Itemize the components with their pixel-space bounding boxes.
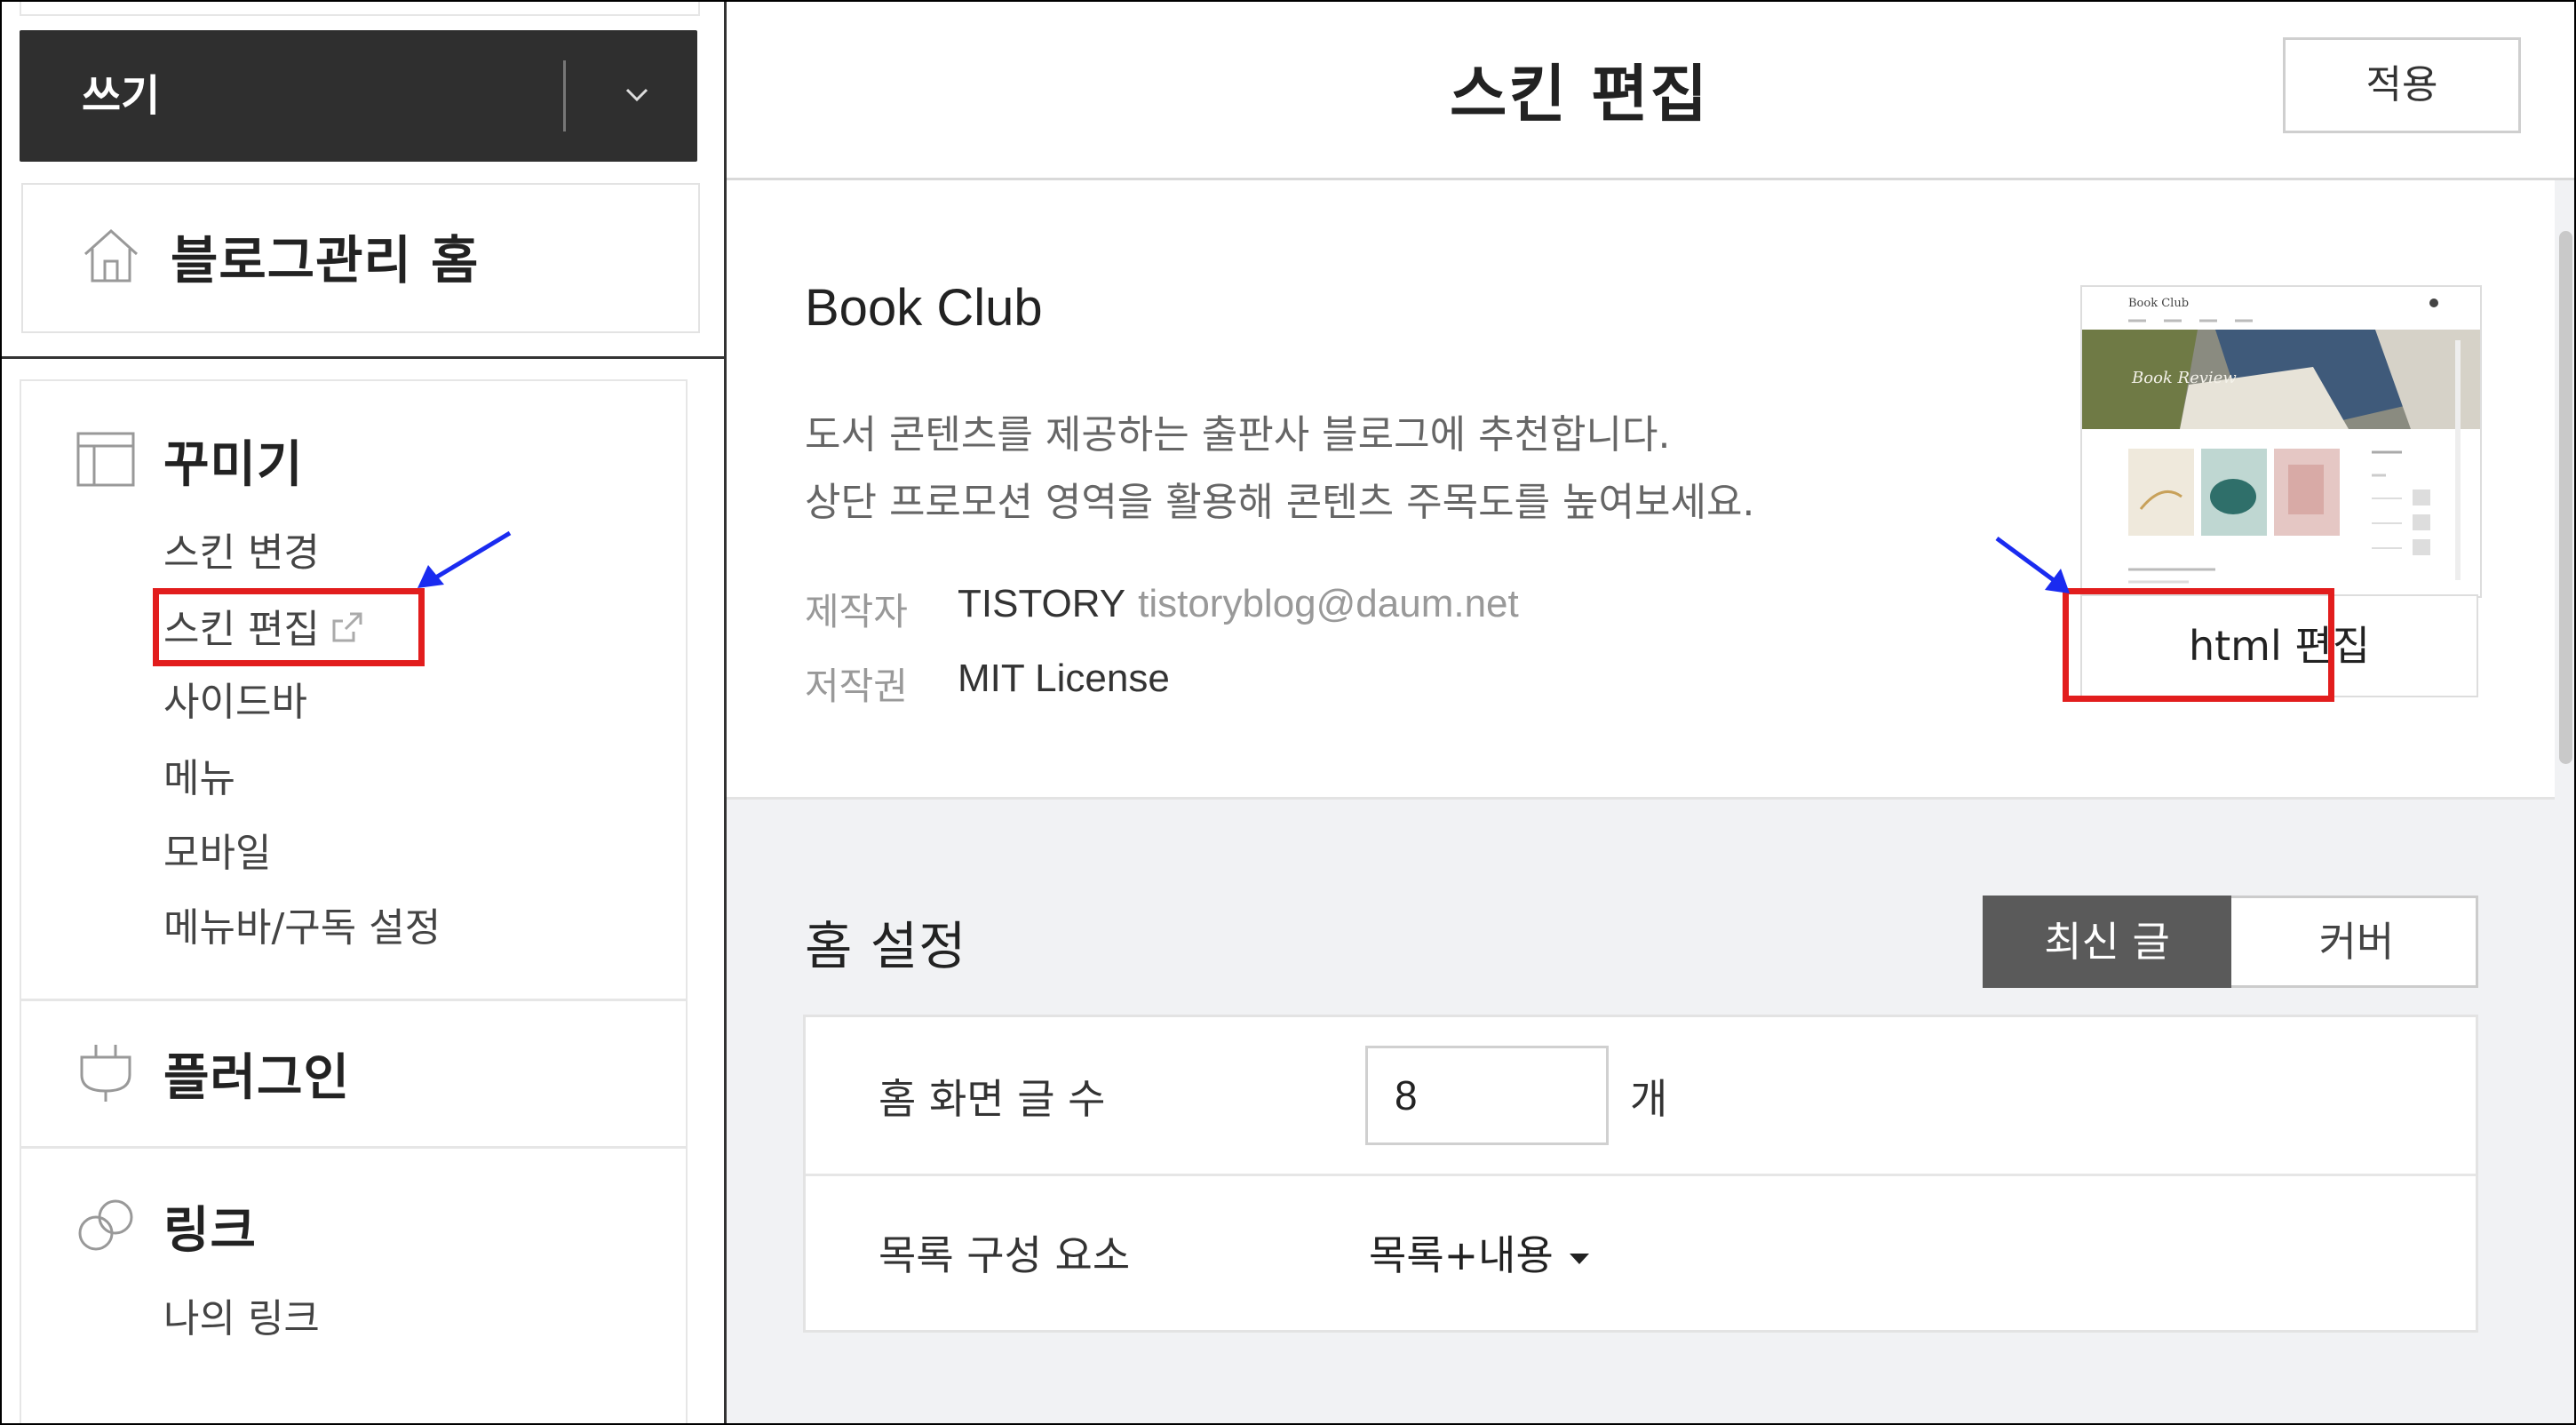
sidebar: 쓰기 블로그관리 홈 꾸미기 스킨 변경 스킨 편집 사이드바 메뉴 모바일 메… [2, 2, 724, 1423]
top-bar: 스킨 편집 적용 [727, 2, 2574, 180]
caret-down-icon [1569, 1253, 1589, 1264]
post-count-label: 홈 화면 글 수 [879, 1075, 1106, 1123]
skin-thumbnail-image: Book Club Book Review [2082, 287, 2480, 596]
highlight-box-html-edit [2063, 588, 2334, 702]
sidebar-item-my-link[interactable]: 나의 링크 [163, 1286, 320, 1343]
skin-description-line-1: 도서 콘텐츠를 제공하는 출판사 블로그에 추천합니다. [805, 412, 1671, 458]
post-count-unit: 개 [1630, 1075, 1668, 1123]
post-count-input[interactable]: 8 [1365, 1046, 1609, 1145]
list-component-select[interactable]: 목록+내용 [1369, 1223, 1589, 1282]
home-settings-box: 홈 화면 글 수 8 개 목록 구성 요소 목록+내용 [803, 1015, 2478, 1333]
sidebar-item-skin-change[interactable]: 스킨 변경 [163, 521, 320, 577]
home-type-toggle: 최신 글 커버 [1983, 896, 2478, 988]
sidebar-separator [20, 999, 686, 1001]
author-name: TISTORY [958, 582, 1126, 625]
toggle-latest-posts[interactable]: 최신 글 [1983, 896, 2231, 988]
apply-button[interactable]: 적용 [2283, 37, 2521, 133]
link-icon [78, 1199, 133, 1251]
page-title: 스킨 편집 [1450, 58, 1709, 131]
skin-info-card: Book Club 도서 콘텐츠를 제공하는 출판사 블로그에 추천합니다. 상… [727, 180, 2555, 800]
annotation-arrow-right [1995, 536, 2070, 593]
main-content: 스킨 편집 적용 Book Club 도서 콘텐츠를 제공하는 출판사 블로그에… [727, 2, 2574, 1423]
sidebar-separator [20, 1146, 686, 1149]
home-icon [83, 228, 139, 283]
scrollbar-thumb[interactable] [2559, 231, 2572, 764]
sidebar-section-link[interactable]: 링크 [163, 1190, 257, 1262]
thumb-banner-text: Book Review [2131, 369, 2237, 387]
home-settings-title: 홈 설정 [805, 916, 967, 976]
annotation-arrow-left [417, 530, 512, 588]
skin-description-line-2: 상단 프로모션 영역을 활용해 콘텐츠 주목도를 높여보세요. [805, 480, 1755, 525]
copyright-value: MIT License [958, 657, 1170, 700]
sidebar-item-mobile[interactable]: 모바일 [163, 821, 271, 878]
sidebar-item-menubar-subscribe[interactable]: 메뉴바/구독 설정 [163, 896, 441, 952]
layout-icon [76, 432, 135, 487]
skin-thumbnail: Book Club Book Review [2080, 285, 2482, 598]
sidebar-top-strip [20, 2, 700, 16]
write-divider [563, 60, 566, 131]
author-label: 제작자 [805, 590, 908, 633]
sidebar-item-sidebar[interactable]: 사이드바 [163, 670, 307, 727]
copyright-label: 저작권 [805, 665, 908, 708]
highlight-box-skin-edit [153, 588, 425, 666]
thumb-brand-text: Book Club [2128, 297, 2189, 310]
list-component-value: 목록+내용 [1369, 1231, 1554, 1279]
write-label: 쓰기 [82, 71, 161, 121]
sidebar-item-blog-home[interactable]: 블로그관리 홈 [21, 183, 700, 333]
sidebar-divider-line [2, 356, 724, 359]
sidebar-item-menu[interactable]: 메뉴 [163, 746, 235, 803]
write-button[interactable]: 쓰기 [20, 30, 697, 162]
sidebar-section-plugin[interactable]: 플러그인 [163, 1038, 350, 1110]
sidebar-section-decorate[interactable]: 꾸미기 [163, 425, 304, 497]
chevron-down-icon[interactable] [606, 64, 668, 126]
author-email: tistoryblog@daum.net [1138, 582, 1519, 625]
skin-name: Book Club [805, 279, 1043, 337]
settings-row-divider [806, 1174, 2476, 1176]
sidebar-home-label: 블로그관리 홈 [171, 230, 480, 291]
plugin-icon [80, 1045, 131, 1102]
toggle-cover[interactable]: 커버 [2232, 896, 2481, 988]
author-value: TISTORY tistoryblog@daum.net [958, 582, 1519, 626]
app-frame: 쓰기 블로그관리 홈 꾸미기 스킨 변경 스킨 편집 사이드바 메뉴 모바일 메… [0, 0, 2576, 1425]
list-component-label: 목록 구성 요소 [879, 1231, 1131, 1279]
